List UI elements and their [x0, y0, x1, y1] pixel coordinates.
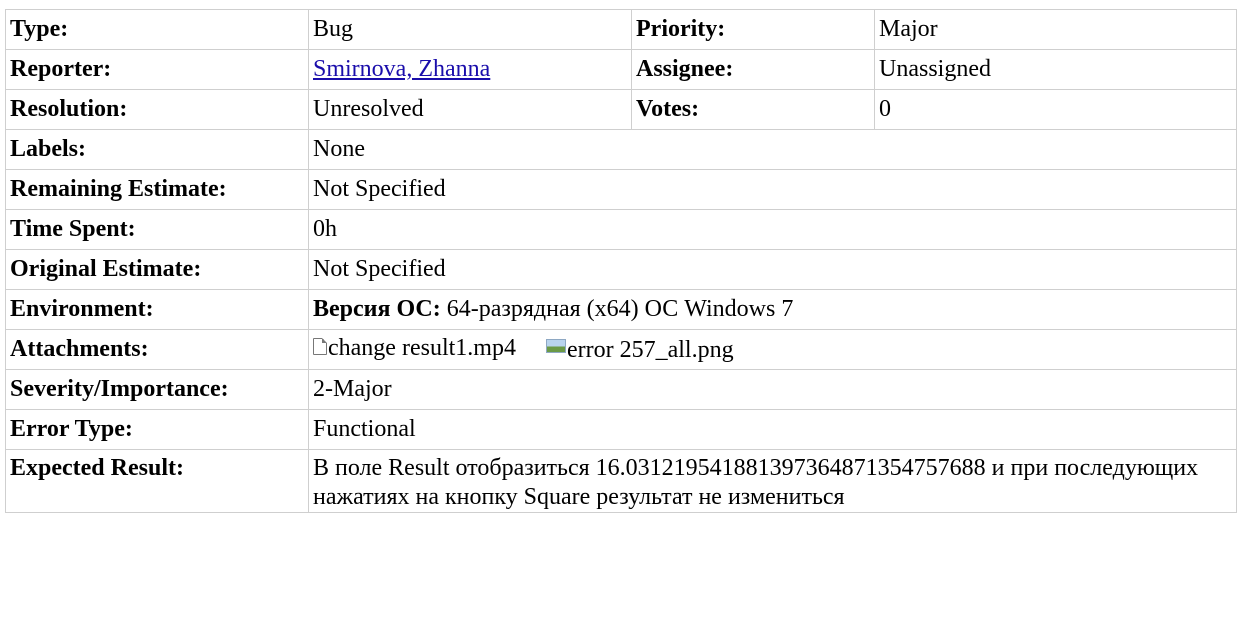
assignee-value: Unassigned [874, 49, 1237, 90]
attachments-value: change result1.mp4 error 257_all.png [308, 329, 1237, 370]
expected-result-label: Expected Result: [5, 449, 309, 513]
labels-value: None [308, 129, 1237, 170]
row-resolution-votes: Resolution: Unresolved Votes: 0 [5, 89, 1237, 130]
image-icon [545, 339, 566, 353]
row-type-priority: Type: Bug Priority: Major [5, 9, 1237, 50]
remaining-estimate-label: Remaining Estimate: [5, 169, 309, 210]
type-value: Bug [308, 9, 632, 50]
row-labels: Labels: None [5, 129, 1237, 170]
row-reporter-assignee: Reporter: Smirnova, Zhanna Assignee: Una… [5, 49, 1237, 90]
votes-label: Votes: [631, 89, 875, 130]
row-expected-result: Expected Result: В поле Result отобразит… [5, 449, 1237, 513]
severity-label: Severity/Importance: [5, 369, 309, 410]
error-type-label: Error Type: [5, 409, 309, 450]
reporter-label: Reporter: [5, 49, 309, 90]
attachment-name[interactable]: change result1.mp4 [328, 334, 516, 363]
row-attachments: Attachments: change result1.mp4 error 257… [5, 329, 1237, 370]
environment-value: Версия ОС: 64-разрядная (x64) ОС Windows… [308, 289, 1237, 330]
environment-os-label: Версия ОС: [313, 296, 441, 322]
row-time-spent: Time Spent: 0h [5, 209, 1237, 250]
file-icon [313, 338, 327, 355]
attachment-item[interactable]: error 257_all.png [545, 336, 734, 365]
severity-value: 2-Major [308, 369, 1237, 410]
time-spent-value: 0h [308, 209, 1237, 250]
attachment-item[interactable]: change result1.mp4 [313, 334, 516, 363]
reporter-cell: Smirnova, Zhanna [308, 49, 632, 90]
issue-details-table: Type: Bug Priority: Major Reporter: Smir… [5, 9, 1237, 513]
priority-label: Priority: [631, 9, 875, 50]
resolution-value: Unresolved [308, 89, 632, 130]
time-spent-label: Time Spent: [5, 209, 309, 250]
environment-os-value: 64-разрядная (x64) ОС Windows 7 [446, 296, 794, 322]
priority-value: Major [874, 9, 1237, 50]
resolution-label: Resolution: [5, 89, 309, 130]
error-type-value: Functional [308, 409, 1237, 450]
reporter-link[interactable]: Smirnova, Zhanna [313, 56, 490, 82]
original-estimate-value: Not Specified [308, 249, 1237, 290]
row-error-type: Error Type: Functional [5, 409, 1237, 450]
type-label: Type: [5, 9, 309, 50]
attachment-name[interactable]: error 257_all.png [567, 336, 734, 365]
labels-label: Labels: [5, 129, 309, 170]
row-original-estimate: Original Estimate: Not Specified [5, 249, 1237, 290]
row-remaining-estimate: Remaining Estimate: Not Specified [5, 169, 1237, 210]
votes-value: 0 [874, 89, 1237, 130]
original-estimate-label: Original Estimate: [5, 249, 309, 290]
assignee-label: Assignee: [631, 49, 875, 90]
row-severity: Severity/Importance: 2-Major [5, 369, 1237, 410]
expected-result-value: В поле Result отобразиться 16.0312195418… [308, 449, 1237, 513]
environment-label: Environment: [5, 289, 309, 330]
remaining-estimate-value: Not Specified [308, 169, 1237, 210]
attachments-label: Attachments: [5, 329, 309, 370]
row-environment: Environment: Версия ОС: 64-разрядная (x6… [5, 289, 1237, 330]
